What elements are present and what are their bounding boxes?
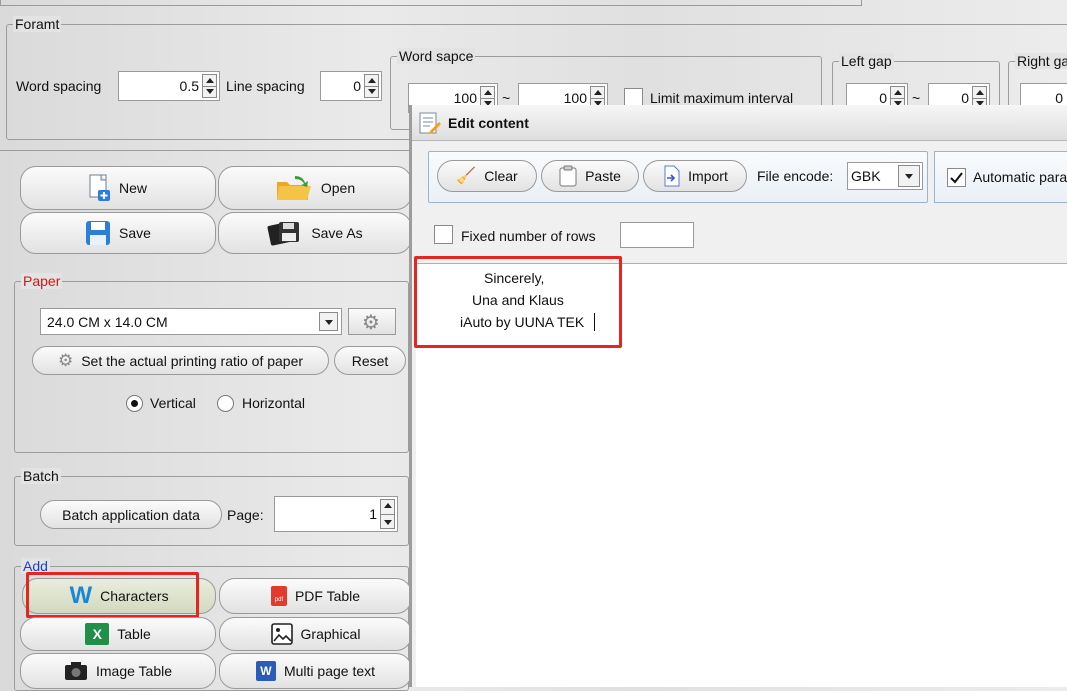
horizontal-radio[interactable]: [217, 395, 234, 412]
page-stepper[interactable]: 1: [274, 496, 398, 532]
format-group-title: Foramt: [13, 16, 62, 32]
word-spacing-stepper[interactable]: 0.5: [118, 71, 220, 101]
file-encode-dropdown-icon[interactable]: [898, 165, 920, 187]
gear-icon: ⚙: [362, 312, 380, 334]
graphical-button[interactable]: Graphical: [219, 617, 412, 651]
clipboard-icon: [559, 165, 577, 187]
characters-highlight: [26, 572, 199, 618]
save-label: Save: [119, 225, 151, 241]
image-table-label: Image Table: [95, 663, 172, 679]
pdf-table-button[interactable]: pdf PDF Table: [219, 578, 412, 614]
pdf-table-label: PDF Table: [294, 588, 361, 604]
left-gap-a-value: 0: [879, 90, 887, 106]
paste-label: Paste: [585, 168, 621, 184]
table-label: Table: [117, 626, 151, 642]
new-label: New: [118, 180, 147, 196]
fixed-rows-label: Fixed number of rows: [461, 228, 596, 244]
paste-button[interactable]: Paste: [541, 160, 639, 192]
right-gap-title: Right ga: [1015, 53, 1067, 69]
edit-content-titlebar[interactable]: Edit content: [412, 105, 1067, 141]
paper-settings-button[interactable]: ⚙: [348, 308, 396, 335]
paper-size-dropdown-icon[interactable]: [319, 312, 338, 331]
page-label: Page:: [227, 507, 264, 523]
clear-label: Clear: [484, 168, 518, 184]
limit-interval-label: Limit maximum interval: [650, 90, 794, 106]
broom-icon: 🧹: [456, 168, 477, 185]
left-gap-tilde: ~: [912, 90, 921, 106]
left-gap-b-value: 0: [961, 90, 969, 106]
fixed-rows-input[interactable]: [620, 222, 694, 248]
edit-content-title: Edit content: [448, 115, 529, 131]
paper-size-value: 24.0 CM x 14.0 CM: [47, 314, 168, 330]
left-gap-title: Left gap: [839, 53, 894, 69]
edit-document-icon: [419, 112, 441, 134]
auto-para-checkbox[interactable]: [947, 168, 966, 187]
table-button[interactable]: X Table: [20, 617, 216, 651]
left-panel-separator: [0, 150, 409, 151]
picture-icon: [270, 623, 293, 645]
multi-page-text-label: Multi page text: [283, 663, 376, 679]
batch-group-title: Batch: [21, 468, 61, 484]
word-spacing-value: 0.5: [179, 78, 199, 94]
batch-application-button[interactable]: Batch application data: [40, 500, 222, 529]
save-button[interactable]: Save: [20, 212, 216, 254]
edit-toolbar: 🧹 Clear Paste Import File encode: GBK: [428, 151, 928, 203]
save-as-label: Save As: [311, 225, 363, 241]
right-gap-a-value: 0: [1055, 90, 1063, 106]
excel-icon: X: [85, 623, 110, 645]
file-encode-label: File encode:: [757, 168, 834, 184]
printing-ratio-button[interactable]: ⚙ Set the actual printing ratio of paper: [32, 346, 329, 375]
import-button[interactable]: Import: [643, 160, 747, 192]
auto-para-label: Automatic para: [973, 169, 1067, 185]
file-encode-select[interactable]: GBK: [847, 162, 923, 190]
top-group-border: [0, 0, 862, 6]
paper-group-title: Paper: [21, 273, 63, 289]
word-space-tilde: ~: [502, 90, 511, 106]
batch-application-label: Batch application data: [62, 506, 200, 523]
ratio-gear-icon: ⚙: [57, 350, 74, 370]
graphical-label: Graphical: [300, 626, 361, 642]
word-space-min-value: 100: [453, 90, 477, 106]
open-folder-icon: [276, 176, 311, 200]
page-value: 1: [369, 506, 377, 522]
line-spacing-value: 0: [353, 78, 361, 94]
page-arrows[interactable]: [380, 499, 395, 529]
edit-content-window: Edit content 🧹 Clear Paste Import File e…: [409, 105, 1067, 687]
word-doc-icon: W: [255, 661, 276, 681]
horizontal-label: Horizontal: [242, 395, 306, 411]
file-encode-value: GBK: [851, 168, 881, 184]
open-label: Open: [320, 180, 356, 196]
save-as-button[interactable]: Save As: [218, 212, 412, 254]
paper-size-select[interactable]: 24.0 CM x 14.0 CM: [40, 308, 342, 335]
multi-page-text-button[interactable]: W Multi page text: [219, 653, 412, 689]
pdf-icon: pdf: [270, 586, 287, 606]
clear-button[interactable]: 🧹 Clear: [437, 160, 537, 192]
fixed-rows-checkbox[interactable]: [434, 225, 453, 244]
line-spacing-label: Line spacing: [226, 78, 305, 94]
import-icon: [664, 165, 680, 187]
new-file-icon: [89, 174, 110, 201]
word-space-title: Word sapce: [397, 48, 476, 64]
auto-para-toolbar: Automatic para: [934, 151, 1067, 203]
word-space-max-value: 100: [563, 90, 587, 106]
open-button[interactable]: Open: [218, 166, 412, 210]
word-spacing-arrows[interactable]: [202, 74, 217, 98]
reset-label: Reset: [351, 352, 389, 369]
printing-ratio-label: Set the actual printing ratio of paper: [81, 352, 304, 369]
save-as-icon: [267, 222, 300, 246]
line-spacing-arrows[interactable]: [364, 74, 379, 98]
import-label: Import: [688, 168, 728, 184]
reset-button[interactable]: Reset: [334, 346, 406, 375]
image-table-button[interactable]: Image Table: [20, 653, 216, 689]
save-icon: [86, 221, 111, 245]
vertical-label: Vertical: [150, 395, 196, 411]
checkmark-icon: [950, 172, 963, 184]
vertical-radio[interactable]: [126, 395, 143, 412]
word-spacing-label: Word spacing: [16, 78, 102, 94]
new-button[interactable]: New: [20, 166, 216, 210]
content-highlight: [414, 256, 622, 348]
line-spacing-stepper[interactable]: 0: [320, 71, 382, 101]
camera-icon: [64, 662, 87, 680]
